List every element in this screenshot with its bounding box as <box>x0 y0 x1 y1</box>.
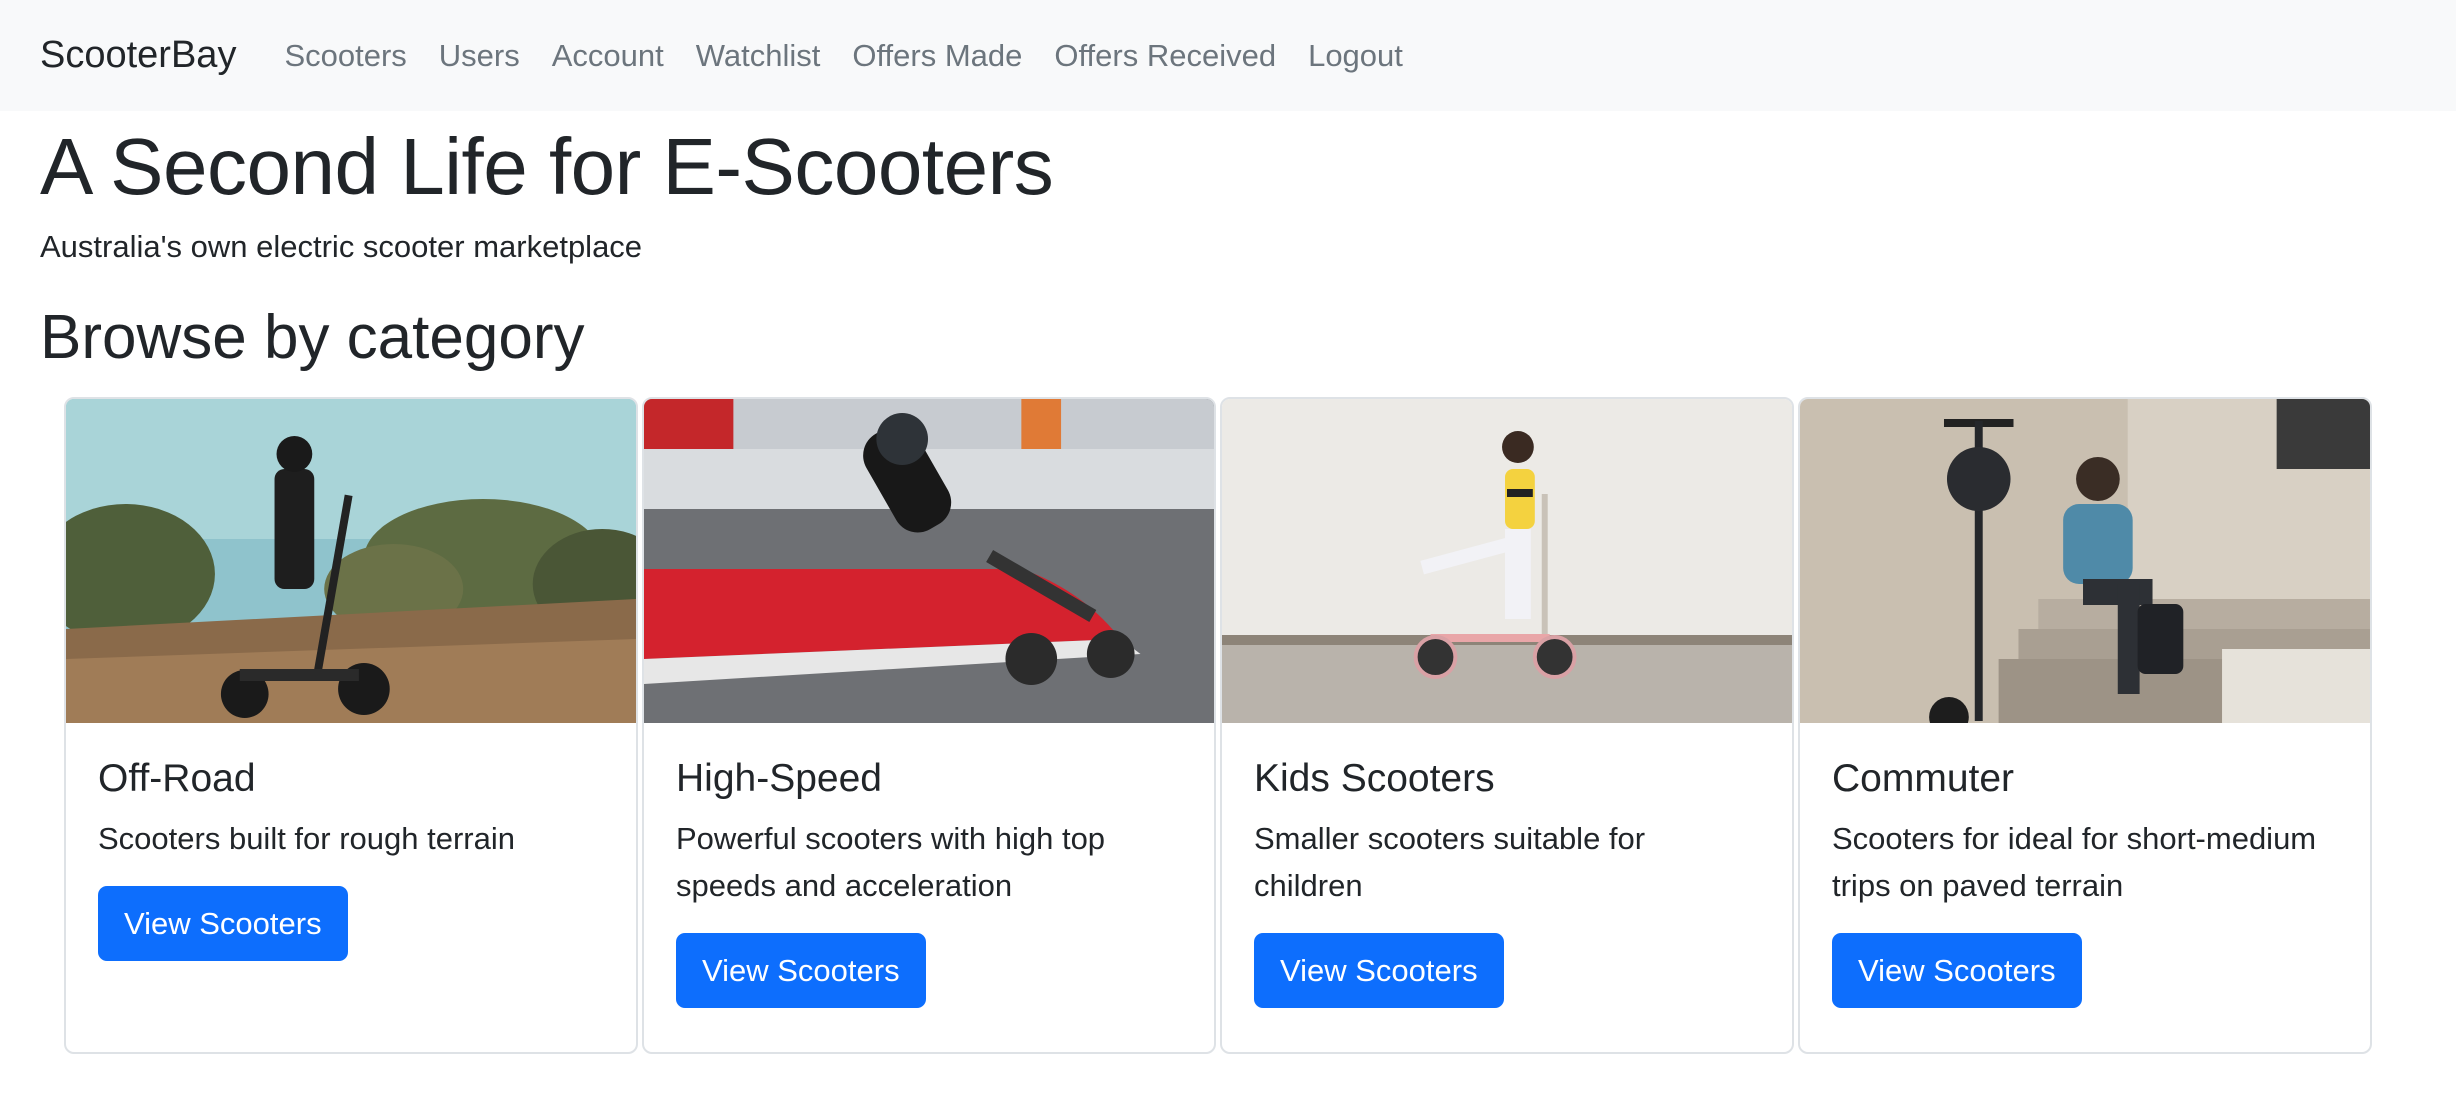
card-body: Commuter Scooters for ideal for short-me… <box>1800 723 2370 1008</box>
nav-link-watchlist[interactable]: Watchlist <box>696 38 821 74</box>
page-title: A Second Life for E-Scooters <box>40 122 1054 211</box>
high-speed-image <box>644 399 1214 723</box>
category-card-off-road: Off-Road Scooters built for rough terrai… <box>64 397 638 1054</box>
brand-link[interactable]: ScooterBay <box>40 34 236 77</box>
card-title: High-Speed <box>676 757 882 800</box>
view-scooters-button[interactable]: View Scooters <box>1254 933 1504 1008</box>
card-text: Scooters for ideal for short-medium trip… <box>1832 821 2317 903</box>
navbar: ScooterBay Scooters Users Account Watchl… <box>0 0 2456 111</box>
view-scooters-button[interactable]: View Scooters <box>676 933 926 1008</box>
category-card-kids-scooters: Kids Scooters Smaller scooters suitable … <box>1220 397 1794 1054</box>
card-body: Kids Scooters Smaller scooters suitable … <box>1222 723 1792 1008</box>
page-subtitle: Australia's own electric scooter marketp… <box>40 229 643 264</box>
card-text: Powerful scooters with high top speeds a… <box>676 821 1106 903</box>
nav-link-offers-made[interactable]: Offers Made <box>852 38 1022 74</box>
card-body: Off-Road Scooters built for rough terrai… <box>66 723 636 961</box>
nav-link-account[interactable]: Account <box>552 38 664 74</box>
kids-scooters-image <box>1222 399 1792 723</box>
nav-link-scooters[interactable]: Scooters <box>284 38 406 74</box>
category-cards: Off-Road Scooters built for rough terrai… <box>64 397 2372 1054</box>
card-text: Scooters built for rough terrain <box>98 821 515 856</box>
card-title: Kids Scooters <box>1254 757 1495 800</box>
off-road-image <box>66 399 636 723</box>
nav-link-offers-received[interactable]: Offers Received <box>1054 38 1276 74</box>
card-title: Off-Road <box>98 757 256 800</box>
nav-link-users[interactable]: Users <box>439 38 520 74</box>
view-scooters-button[interactable]: View Scooters <box>98 886 348 961</box>
category-card-commuter: Commuter Scooters for ideal for short-me… <box>1798 397 2372 1054</box>
commuter-image <box>1800 399 2370 723</box>
section-title: Browse by category <box>40 303 585 372</box>
card-title: Commuter <box>1832 757 2015 800</box>
card-text: Smaller scooters suitable for children <box>1254 821 1646 903</box>
nav-link-logout[interactable]: Logout <box>1308 38 1403 74</box>
card-body: High-Speed Powerful scooters with high t… <box>644 723 1214 1008</box>
nav-links: Scooters Users Account Watchlist Offers … <box>284 38 1402 74</box>
view-scooters-button[interactable]: View Scooters <box>1832 933 2082 1008</box>
category-card-high-speed: High-Speed Powerful scooters with high t… <box>642 397 1216 1054</box>
